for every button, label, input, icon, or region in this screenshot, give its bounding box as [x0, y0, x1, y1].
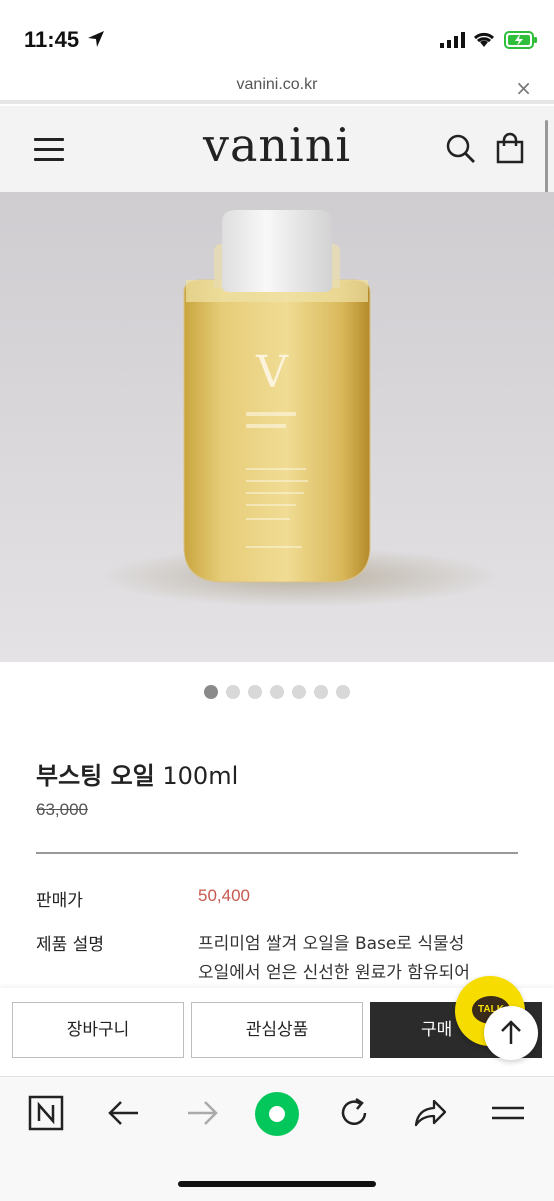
- cart-icon[interactable]: [496, 132, 524, 164]
- product-image[interactable]: V: [0, 192, 554, 662]
- wifi-icon: [473, 32, 495, 47]
- image-carousel-dots: [0, 684, 554, 703]
- search-icon[interactable]: [446, 134, 476, 164]
- share-icon[interactable]: [412, 1095, 448, 1131]
- description-label: 제품 설명: [36, 935, 104, 955]
- carousel-dot[interactable]: [292, 685, 306, 699]
- original-price: 63,000: [36, 800, 88, 819]
- scroll-top-icon: [501, 1020, 521, 1044]
- more-menu-icon[interactable]: [490, 1095, 526, 1131]
- product-name: 부스팅 오일: [36, 762, 155, 790]
- description-line: 프리미엄 쌀겨 오일을 Base로 식물성: [198, 934, 465, 954]
- location-arrow-icon: [88, 31, 104, 47]
- close-icon[interactable]: ×: [515, 76, 532, 100]
- carousel-dot[interactable]: [226, 685, 240, 699]
- add-to-cart-button[interactable]: 장바구니: [12, 1002, 184, 1058]
- status-time: 11:45: [24, 27, 80, 52]
- back-icon[interactable]: [106, 1095, 142, 1131]
- url-text[interactable]: vanini.co.kr: [0, 76, 554, 94]
- carousel-dot[interactable]: [336, 685, 350, 699]
- carousel-dot[interactable]: [270, 685, 284, 699]
- site-header: vanini: [0, 106, 554, 192]
- product-title: 부스팅 오일 100ml: [36, 756, 238, 791]
- carousel-dot[interactable]: [248, 685, 262, 699]
- scroll-top-button[interactable]: [484, 1006, 538, 1060]
- page-load-progress: [0, 100, 554, 104]
- product-volume: 100ml: [154, 762, 239, 790]
- carousel-dot[interactable]: [204, 685, 218, 699]
- sale-price: 50,400: [198, 886, 250, 905]
- description-line: 오일에서 얻은 신선한 원료가 함유되어: [198, 963, 470, 983]
- forward-icon[interactable]: [184, 1095, 220, 1131]
- status-bar: 11:45: [0, 0, 554, 70]
- product-description: 프리미엄 쌀겨 오일을 Base로 식물성 오일에서 얻은 신선한 원료가 함유…: [198, 930, 508, 988]
- naver-icon[interactable]: [28, 1095, 64, 1131]
- refresh-icon[interactable]: [336, 1095, 372, 1131]
- signal-icon: [440, 32, 465, 48]
- battery-icon: [504, 31, 537, 49]
- home-indicator[interactable]: [178, 1181, 376, 1187]
- divider: [36, 852, 518, 854]
- svg-text:V: V: [255, 347, 289, 398]
- product-bottle-illustration: V: [100, 210, 500, 607]
- green-dot-icon[interactable]: [254, 1091, 300, 1137]
- sale-price-label: 판매가: [36, 891, 83, 911]
- wishlist-button[interactable]: 관심상품: [191, 1002, 363, 1058]
- carousel-dot[interactable]: [314, 685, 328, 699]
